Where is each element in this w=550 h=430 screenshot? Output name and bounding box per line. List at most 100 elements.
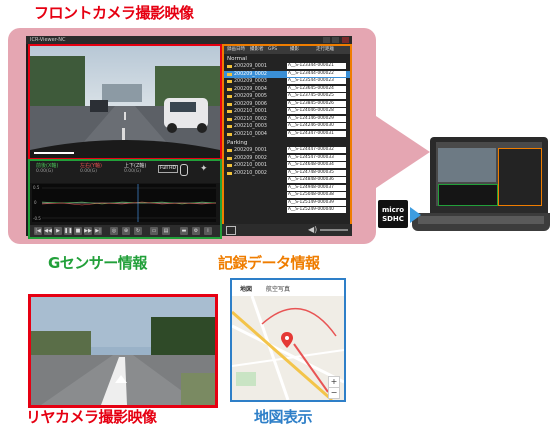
skip-start-icon[interactable]: |◀ <box>34 227 42 235</box>
list-item-name: 200209_0001 <box>234 148 267 153</box>
folder-icon <box>227 87 232 91</box>
list-item-value: A__S-123344-000021 <box>287 63 346 69</box>
laptop-video-thumb <box>438 148 496 182</box>
list-item[interactable]: 200210_0002 A__S-124146-000029 <box>224 115 350 123</box>
list-item[interactable]: A__S-125048-000038 <box>224 192 350 199</box>
recording-data-label: 記録データ情報 <box>218 254 320 272</box>
list-item-value: A__S-124848-000036 <box>287 177 346 183</box>
pause-icon[interactable]: ❚❚ <box>64 227 72 235</box>
folder-icon <box>227 80 232 83</box>
list-item-name: 200209_0002 <box>234 71 267 77</box>
map-display-label: 地図表示 <box>254 408 313 426</box>
graph-ytick-mid: 0 <box>34 200 37 205</box>
recording-list-panel: 録画日時 撮影者 GPS 撮影 走行距離 Normal Parking 2002… <box>222 44 352 228</box>
list-item-name: 200210_0001 <box>234 109 267 114</box>
list-item[interactable]: 200209_0005 A__S-123745-000025 <box>224 93 350 100</box>
app-title-bar: ICR-Viewer-NC <box>26 36 352 44</box>
list-item-value: A__S-123645-000024 <box>287 85 346 92</box>
rotate-icon[interactable]: ↻ <box>134 227 142 235</box>
g-sensor-lines <box>42 184 216 222</box>
folder-icon <box>227 164 232 167</box>
folder-icon <box>227 156 232 160</box>
up-down-stat: 上下(Z軸) 0.00(G) <box>124 163 146 175</box>
play-icon[interactable]: ▶ <box>54 227 62 235</box>
list-header-col-4: 撮影 <box>290 47 299 52</box>
list-item-value: A__S-125048-000038 <box>287 192 346 198</box>
list-item[interactable]: A__S-125249-000040 <box>224 207 350 214</box>
folder-icon <box>227 95 232 98</box>
list-item[interactable]: 200209_0006 A__S-123845-000026 <box>224 100 350 108</box>
list-item[interactable]: 200209_0002 A__S-123444-000022 <box>224 70 350 78</box>
tab-aerial[interactable]: 航空写真 <box>266 284 290 293</box>
playback-controls: |◀ ◀◀ ▶ ❚❚ ■ ▶▶ ▶| ◎ ⊕ ↻ ▭ ▤ ▬ ⚙ i <box>30 225 220 237</box>
rear-camera-video[interactable] <box>28 294 218 408</box>
list-item[interactable]: 200209_0004 A__S-123645-000024 <box>224 85 350 93</box>
list-item[interactable]: A__S-125149-000039 <box>224 199 350 207</box>
list-item[interactable]: 200210_0003 A__S-124246-000030 <box>224 123 350 130</box>
settings-icon[interactable]: ⚙ <box>192 227 200 235</box>
laptop-keyboard <box>418 216 544 224</box>
list-item-value: A__S-124547-000033 <box>287 154 346 161</box>
list-header-col-3: GPS <box>268 47 278 52</box>
up-down-value: 0.00(G) <box>124 169 142 174</box>
microphone-icon[interactable] <box>180 164 188 176</box>
list-header-col-1: 録画日時 <box>227 47 245 52</box>
list-item-name: 200210_0004 <box>234 131 267 137</box>
sd-line-2: SDHC <box>382 215 404 223</box>
folder-icon <box>227 171 232 175</box>
folder-icon <box>227 65 232 68</box>
list-view-icon[interactable] <box>226 226 236 235</box>
volume-slider[interactable] <box>320 229 348 231</box>
minimize-button[interactable] <box>323 37 330 43</box>
front-back-stat: 前後(X軸) 0.00(G) <box>36 163 58 175</box>
list-item[interactable]: 200209_0002 A__S-124547-000033 <box>224 154 350 162</box>
rewind-icon[interactable]: ◀◀ <box>44 227 52 235</box>
list-item[interactable]: 200210_0001 A__S-124046-000028 <box>224 108 350 115</box>
front-camera-video[interactable] <box>28 44 222 160</box>
laptop-graph-thumb <box>438 184 498 206</box>
front-road-scene <box>30 46 220 158</box>
full-hd-badge: Full HD <box>158 165 178 173</box>
stop-icon[interactable]: ■ <box>74 227 82 235</box>
close-button[interactable] <box>342 37 349 43</box>
list-item-value: A__S-123745-000025 <box>287 93 346 99</box>
list-item-name: 200210_0001 <box>234 163 267 168</box>
zoom-icon[interactable]: ⊕ <box>122 227 130 235</box>
list-item[interactable]: 200209_0001 A__S-124447-000032 <box>224 147 350 154</box>
list-item[interactable]: 200210_0002 A__S-124748-000035 <box>224 169 350 177</box>
list-item[interactable]: A__S-124948-000037 <box>224 184 350 192</box>
tab-map[interactable]: 地図 <box>240 284 252 293</box>
folder-icon <box>227 132 232 136</box>
print-icon[interactable]: ▤ <box>162 227 170 235</box>
list-item-name: 200210_0002 <box>234 116 267 122</box>
fast-forward-icon[interactable]: ▶▶ <box>84 227 92 235</box>
map-panel[interactable]: 地図 航空写真 + − <box>230 278 346 402</box>
list-item[interactable]: 200210_0004 A__S-124347-000031 <box>224 130 350 138</box>
rear-camera-label: リヤカメラ撮影映像 <box>26 408 157 426</box>
g-sensor-stats: 前後(X軸) 0.00(G) 左右(Y軸) 0.00(G) 上下(Z軸) 0.0… <box>30 161 220 183</box>
rear-road-scene <box>31 297 215 405</box>
folder-icon <box>227 72 232 76</box>
list-item[interactable]: 200209_0003 A__S-123544-000023 <box>224 78 350 85</box>
folder-icon <box>227 125 232 128</box>
viewer-app-window: ICR-Viewer-NC 前後(X軸) 0.00(G) 左右(Y軸) 0.00… <box>26 36 352 239</box>
list-header-col-2: 撮影者 <box>250 47 264 52</box>
folder-icon[interactable]: ▬ <box>180 227 188 235</box>
volume-icon[interactable]: ◀) <box>308 225 317 234</box>
list-item[interactable]: A__S-124848-000036 <box>224 177 350 184</box>
list-item-value: A__S-124146-000029 <box>287 115 346 122</box>
info-icon[interactable]: i <box>204 227 212 235</box>
g-sensor-panel: 前後(X軸) 0.00(G) 左右(Y軸) 0.00(G) 上下(Z軸) 0.0… <box>28 159 222 239</box>
g-sensor-graph[interactable]: 0.5 0 -0.5 <box>32 184 216 222</box>
save-icon[interactable]: ▭ <box>150 227 158 235</box>
list-item-name: 200209_0001 <box>234 64 267 69</box>
laptop-list-thumb <box>498 148 542 206</box>
skip-end-icon[interactable]: ▶| <box>94 227 102 235</box>
satellite-icon: ✦ <box>200 164 208 174</box>
list-item[interactable]: 200210_0001 A__S-124648-000034 <box>224 162 350 169</box>
snapshot-icon[interactable]: ◎ <box>110 227 118 235</box>
list-item[interactable]: 200209_0001 A__S-123344-000021 <box>224 63 350 70</box>
maximize-button[interactable] <box>332 37 339 43</box>
zoom-out-button[interactable]: − <box>328 387 340 399</box>
folder-icon <box>227 102 232 106</box>
